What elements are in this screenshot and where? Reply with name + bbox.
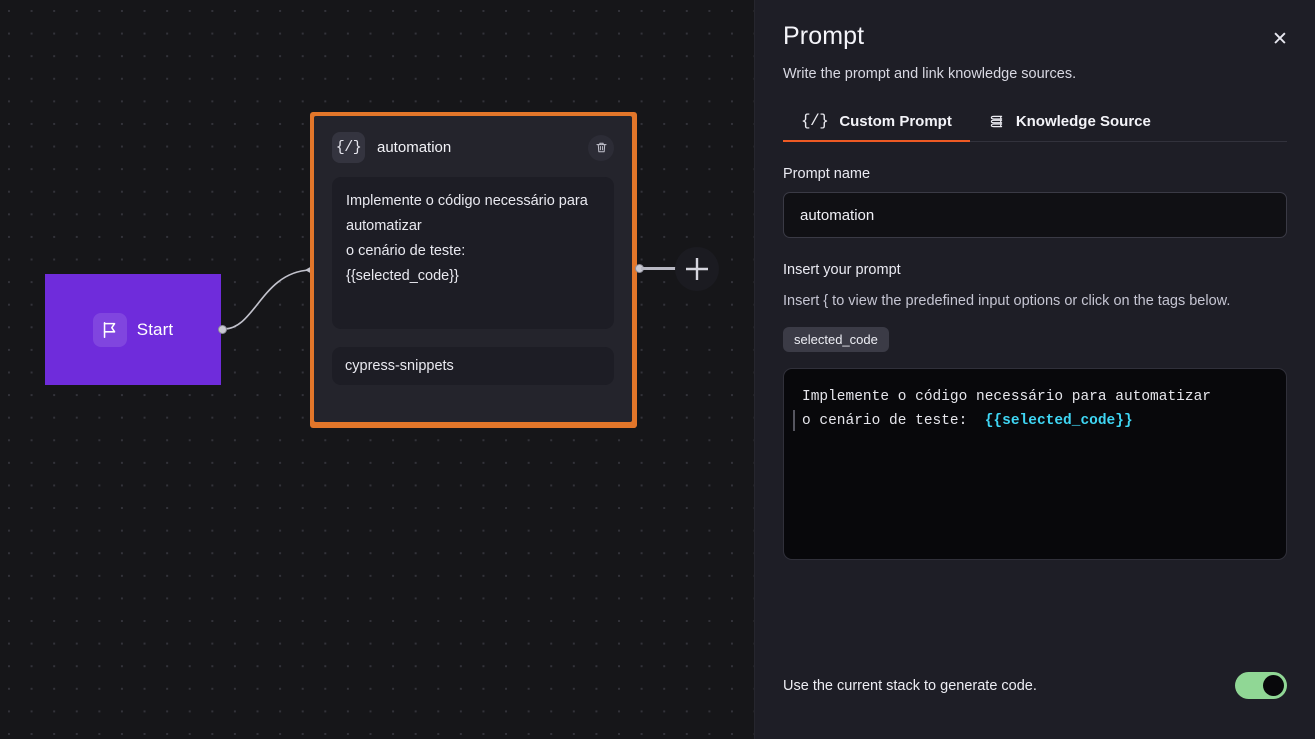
stack-toggle-switch[interactable] bbox=[1235, 672, 1287, 699]
prompt-node-title: automation bbox=[377, 139, 452, 156]
insert-prompt-label: Insert your prompt bbox=[783, 262, 901, 278]
tag-chip-selected-code[interactable]: selected_code bbox=[783, 327, 889, 353]
prompt-code-editor[interactable]: Implemente o código necessário para auto… bbox=[783, 368, 1287, 561]
edge-start-to-prompt bbox=[223, 269, 311, 330]
code-line-2: o cenário de teste: {{selected_code}} bbox=[793, 409, 1268, 433]
prompt-node-text: Implemente o código necessário para auto… bbox=[346, 193, 588, 284]
stack-toggle-row: Use the current stack to generate code. bbox=[783, 672, 1287, 699]
start-node-label: Start bbox=[136, 319, 174, 339]
plus-icon bbox=[686, 258, 708, 280]
start-node[interactable]: Start bbox=[45, 274, 221, 385]
panel-subtitle: Write the prompt and link knowledge sour… bbox=[783, 66, 1077, 82]
code-line-1: Implemente o código necessário para auto… bbox=[802, 389, 1211, 406]
curly-brace-slash-icon: {/} bbox=[801, 112, 829, 130]
flag-icon bbox=[92, 312, 127, 347]
stacked-books-icon bbox=[988, 113, 1005, 130]
prompt-node-tag[interactable]: cypress-snippets bbox=[332, 347, 614, 385]
tab-knowledge-source[interactable]: Knowledge Source bbox=[970, 112, 1169, 141]
prompt-node-text-box[interactable]: Implemente o código necessário para auto… bbox=[332, 177, 614, 329]
prompt-name-label: Prompt name bbox=[783, 166, 871, 182]
tab-custom-prompt-label: Custom Prompt bbox=[839, 112, 952, 130]
flow-canvas[interactable]: Start {/} automation Implemente o código… bbox=[0, 0, 755, 739]
curly-brace-slash-icon: {/} bbox=[332, 132, 365, 163]
tab-custom-prompt[interactable]: {/} Custom Prompt bbox=[783, 112, 970, 142]
code-template-variable: {{selected_code}} bbox=[984, 413, 1133, 430]
close-icon[interactable]: ✕ bbox=[1267, 26, 1293, 52]
panel-tabs: {/} Custom Prompt Knowledge Source bbox=[783, 112, 1287, 142]
prompt-node-header: {/} automation bbox=[332, 132, 614, 163]
insert-prompt-hint: Insert { to view the predefined input op… bbox=[783, 293, 1231, 309]
prompt-node-card[interactable]: {/} automation Implemente o código neces… bbox=[310, 112, 637, 428]
prompt-tag-list: selected_code bbox=[783, 327, 1287, 353]
start-node-output-handle[interactable] bbox=[218, 325, 227, 334]
prompt-node-body: {/} automation Implemente o código neces… bbox=[314, 116, 632, 422]
panel-title: Prompt bbox=[783, 22, 865, 50]
app-root: Start {/} automation Implemente o código… bbox=[0, 0, 1315, 739]
code-line-2-text: o cenário de teste: bbox=[802, 413, 985, 430]
trash-icon[interactable] bbox=[588, 134, 614, 161]
stack-toggle-knob bbox=[1263, 675, 1284, 696]
tab-knowledge-source-label: Knowledge Source bbox=[1015, 112, 1151, 130]
add-node-button[interactable] bbox=[675, 247, 719, 291]
prompt-name-input[interactable] bbox=[783, 192, 1287, 238]
stack-toggle-label: Use the current stack to generate code. bbox=[783, 677, 1037, 694]
prompt-panel: Prompt ✕ Write the prompt and link knowl… bbox=[755, 0, 1315, 739]
